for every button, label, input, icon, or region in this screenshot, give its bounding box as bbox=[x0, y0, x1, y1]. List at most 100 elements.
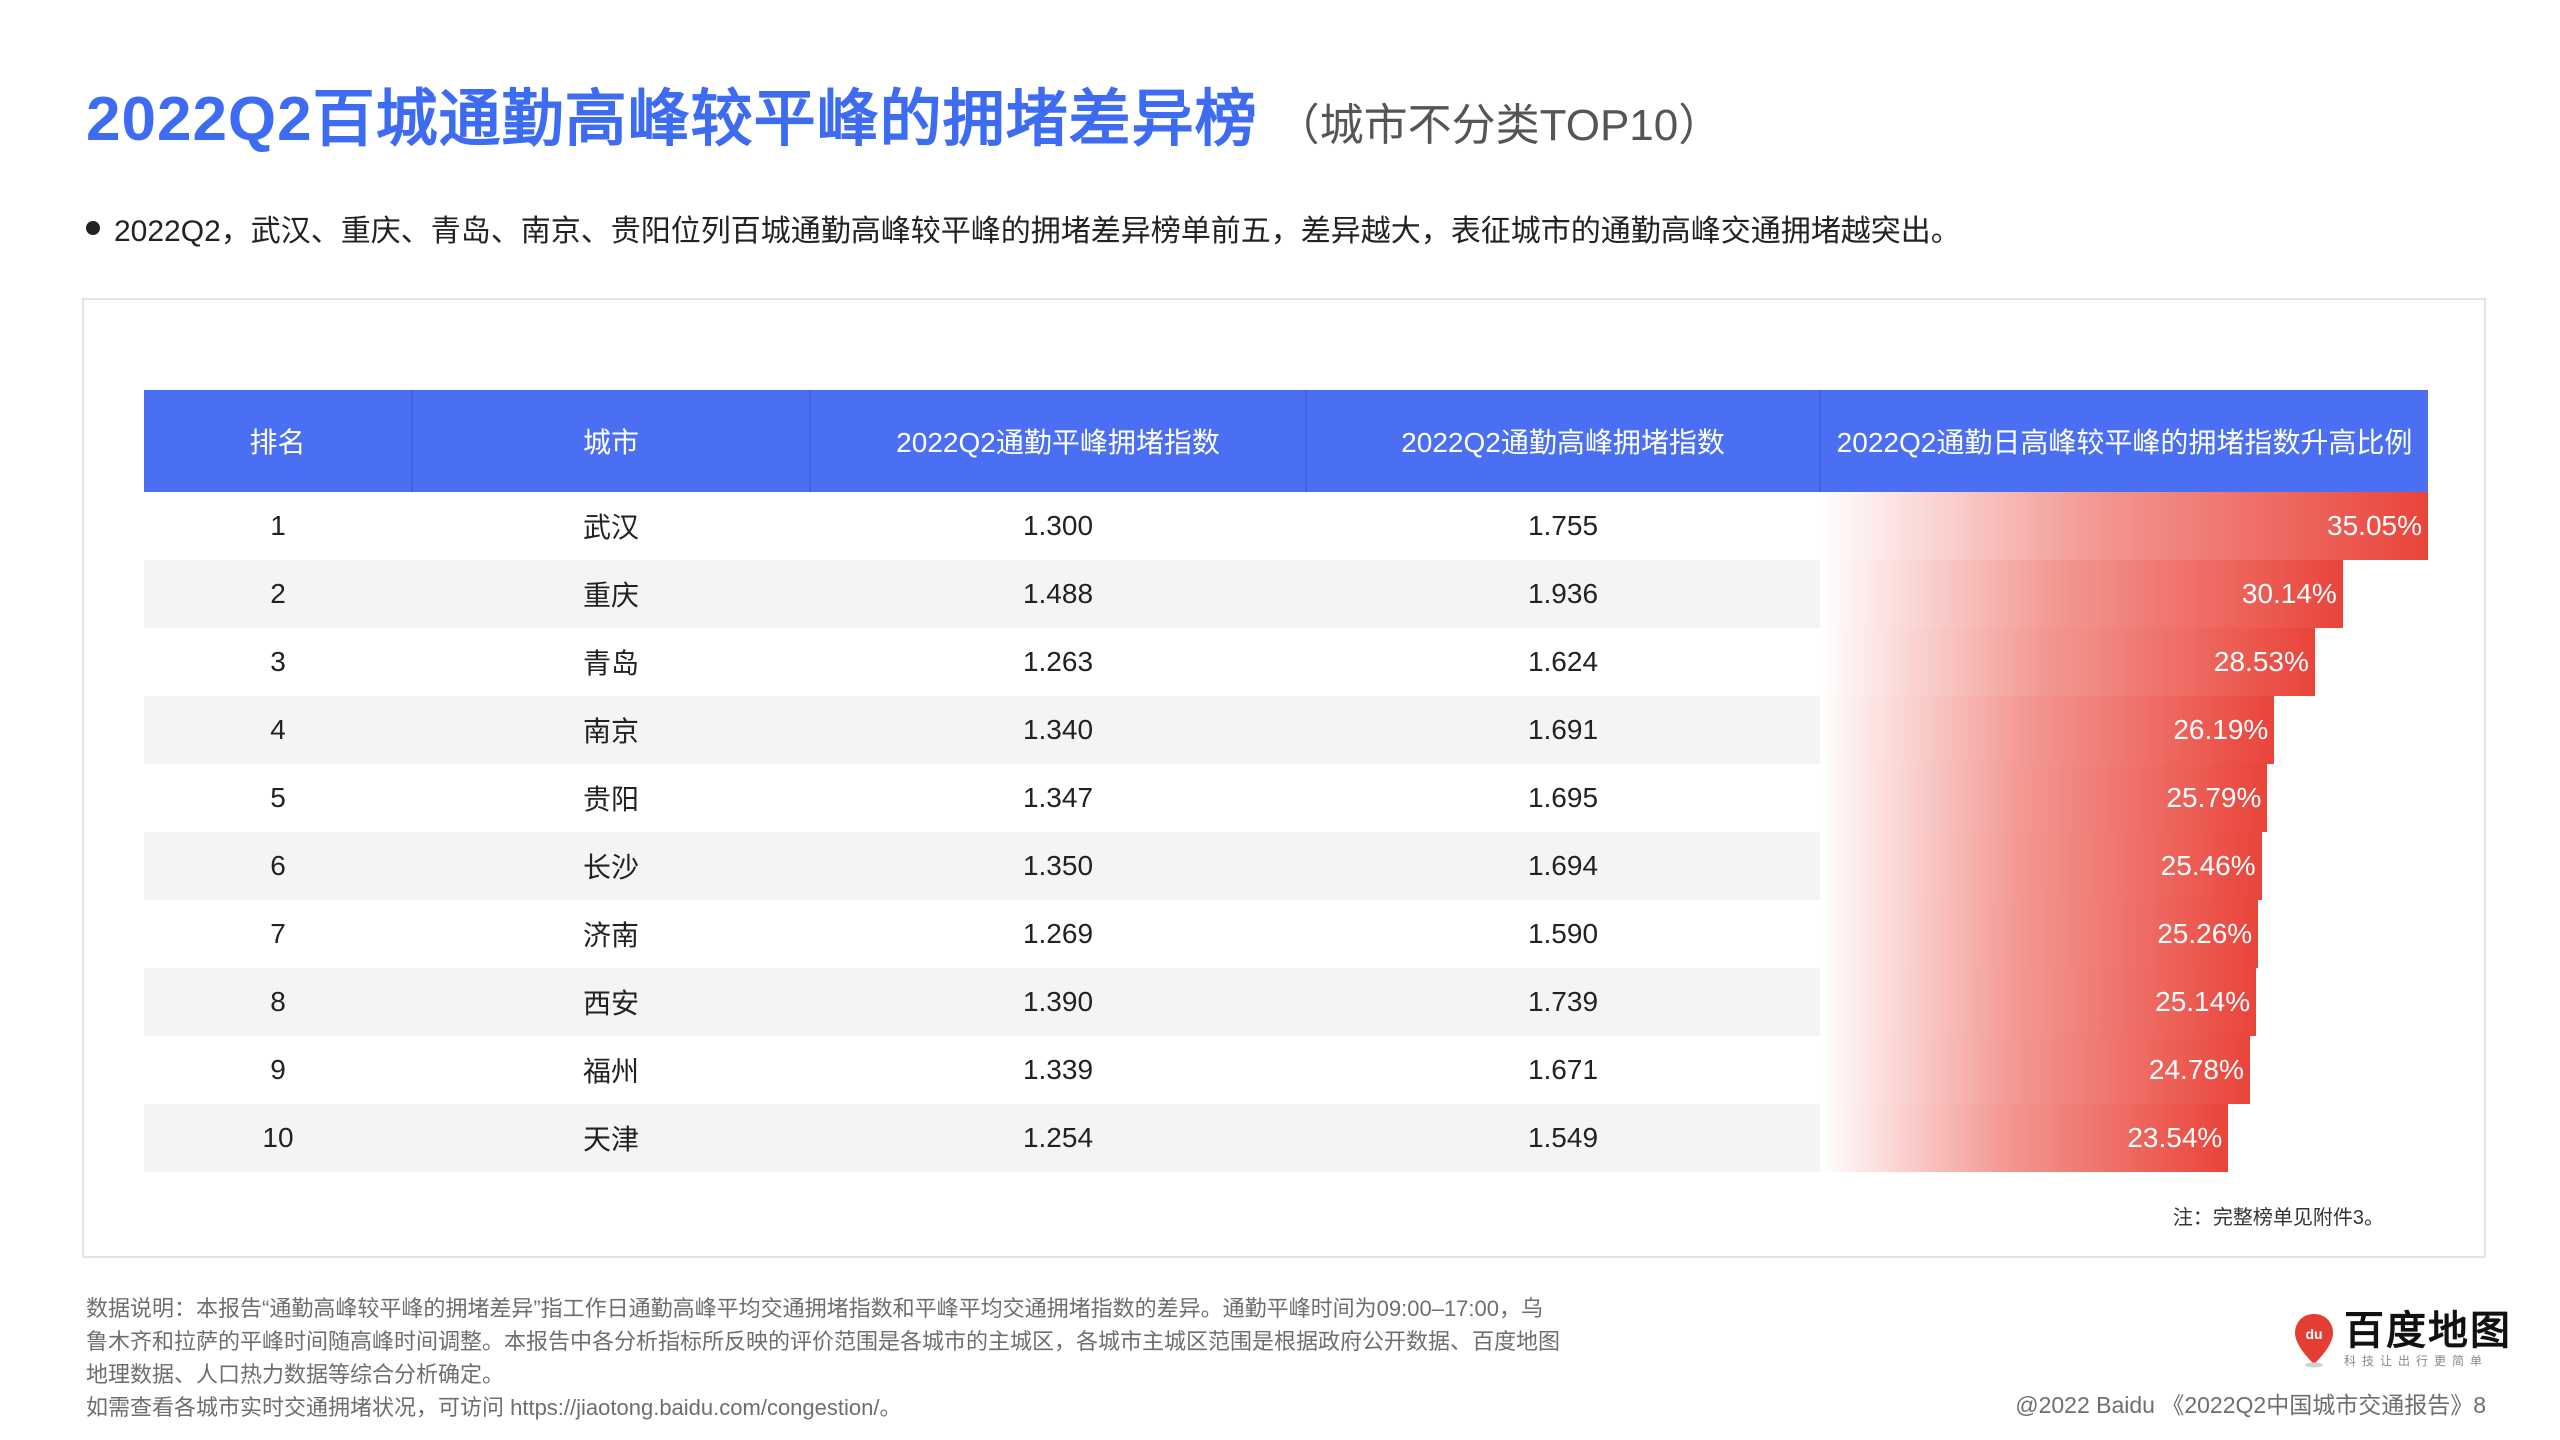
cell-city: 贵阳 bbox=[582, 784, 639, 815]
map-pin-icon: du bbox=[2292, 1312, 2336, 1368]
bullet-dot-icon bbox=[86, 221, 100, 235]
column-header-peak: 2022Q2通勤高峰拥堵指数 bbox=[1306, 390, 1821, 492]
cell-ratio: 28.53% bbox=[1820, 628, 2428, 696]
cell-rank: 2 bbox=[144, 560, 412, 628]
ratio-label: 28.53% bbox=[2213, 646, 2309, 677]
ratio-bar: 25.14% bbox=[1820, 968, 2257, 1036]
pin-text: du bbox=[2305, 1326, 2322, 1342]
ratio-label: 23.54% bbox=[2127, 1122, 2223, 1153]
ratio-label: 35.05% bbox=[2327, 510, 2422, 541]
ratio-bar: 30.14% bbox=[1820, 560, 2343, 628]
cell-ratio: 35.05% bbox=[1820, 492, 2428, 560]
table-note: 注：完整榜单见附件3。 bbox=[2172, 1207, 2384, 1229]
cell-city: 西安 bbox=[412, 968, 810, 1036]
column-header-ratio: 2022Q2通勤日高峰较平峰的拥堵指数升高比例 bbox=[1820, 390, 2428, 492]
footnote-line: 如需查看各城市实时交通拥堵状况，可访问 https://jiaotong.bai… bbox=[86, 1395, 902, 1420]
table-body: 1 武汉 1.300 1.755 35.05% 2 重庆 1.488 1.936 30.14% 3 青… bbox=[144, 492, 2428, 1172]
ratio-label: 30.14% bbox=[2241, 578, 2337, 609]
cell-peak-index: 1.695 bbox=[1527, 782, 1599, 813]
cell-peak-index: 1.936 bbox=[1306, 560, 1820, 628]
cell-offpeak-index: 1.390 bbox=[810, 968, 1306, 1036]
cell-city: 青岛 bbox=[582, 648, 639, 679]
page-title: 2022Q2百城通勤高峰较平峰的拥堵差异榜 bbox=[86, 85, 1258, 154]
ratio-bar: 25.79% bbox=[1820, 764, 2268, 832]
ratio-bar: 24.78% bbox=[1820, 1036, 2250, 1104]
ratio-bar: 26.19% bbox=[1820, 696, 2275, 764]
ratio-label: 25.14% bbox=[2155, 986, 2251, 1017]
column-header-offpeak: 2022Q2通勤平峰拥堵指数 bbox=[810, 390, 1307, 492]
cell-ratio: 23.54% bbox=[1820, 1104, 2428, 1172]
cell-city: 重庆 bbox=[412, 560, 810, 628]
column-header-rank: 排名 bbox=[144, 390, 413, 492]
cell-offpeak-index: 1.254 bbox=[810, 1104, 1306, 1172]
cell-offpeak-index: 1.269 bbox=[1022, 918, 1094, 949]
cell-ratio: 25.79% bbox=[1820, 764, 2428, 832]
column-header-city: 城市 bbox=[412, 390, 811, 492]
cell-peak-index: 1.691 bbox=[1306, 696, 1820, 764]
table-row: 6 长沙 1.350 1.694 25.46% bbox=[144, 832, 2428, 900]
cell-rank: 7 bbox=[270, 918, 286, 949]
table-row: 8 西安 1.390 1.739 25.14% bbox=[144, 968, 2428, 1036]
table-row: 9 福州 1.339 1.671 24.78% bbox=[144, 1036, 2428, 1104]
cell-peak-index: 1.549 bbox=[1306, 1104, 1820, 1172]
ratio-label: 26.19% bbox=[2173, 714, 2269, 745]
baidu-map-logo: du 百度地图 科技让出行更简单 bbox=[2292, 1310, 2512, 1369]
cell-peak-index: 1.624 bbox=[1527, 646, 1599, 677]
table-row: 3 青岛 1.263 1.624 28.53% bbox=[144, 628, 2428, 696]
cell-rank: 5 bbox=[270, 782, 286, 813]
summary-bullet: 2022Q2，武汉、重庆、青岛、南京、贵阳位列百城通勤高峰较平峰的拥堵差异榜单前… bbox=[86, 206, 1961, 250]
cell-ratio: 30.14% bbox=[1820, 560, 2428, 628]
cell-rank: 10 bbox=[144, 1104, 412, 1172]
table-row: 2 重庆 1.488 1.936 30.14% bbox=[144, 560, 2428, 628]
cell-peak-index: 1.694 bbox=[1306, 832, 1820, 900]
ratio-bar: 25.26% bbox=[1820, 900, 2259, 968]
cell-city: 福州 bbox=[582, 1056, 639, 1087]
table-panel: 排名 城市 2022Q2通勤平峰拥堵指数 2022Q2通勤高峰拥堵指数 2022… bbox=[82, 298, 2486, 1258]
cell-peak-index: 1.671 bbox=[1527, 1054, 1599, 1085]
table-row: 4 南京 1.340 1.691 26.19% bbox=[144, 696, 2428, 764]
ratio-bar: 25.46% bbox=[1820, 832, 2262, 900]
cell-offpeak-index: 1.350 bbox=[810, 832, 1306, 900]
logo-name: 百度地图 bbox=[2344, 1309, 2512, 1353]
table-row: 7 济南 1.269 1.590 25.26% bbox=[144, 900, 2428, 968]
cell-offpeak-index: 1.263 bbox=[1022, 646, 1094, 677]
cell-peak-index: 1.755 bbox=[1527, 510, 1599, 541]
table-row: 5 贵阳 1.347 1.695 25.79% bbox=[144, 764, 2428, 832]
ratio-label: 24.78% bbox=[2148, 1054, 2244, 1085]
cell-ratio: 25.26% bbox=[1820, 900, 2428, 968]
table-header-row: 排名 城市 2022Q2通勤平峰拥堵指数 2022Q2通勤高峰拥堵指数 2022… bbox=[144, 390, 2428, 492]
cell-rank: 6 bbox=[144, 832, 412, 900]
ratio-label: 25.79% bbox=[2166, 782, 2262, 813]
cell-rank: 4 bbox=[144, 696, 412, 764]
cell-rank: 1 bbox=[270, 510, 286, 541]
logo-tagline: 科技让出行更简单 bbox=[2344, 1354, 2489, 1368]
data-footnote: 数据说明：本报告“通勤高峰较平峰的拥堵差异”指工作日通勤高峰平均交通拥堵指数和平… bbox=[86, 1292, 1646, 1424]
cell-peak-index: 1.590 bbox=[1527, 918, 1599, 949]
cell-rank: 3 bbox=[270, 646, 286, 677]
cell-city: 济南 bbox=[582, 920, 639, 951]
ranking-table: 排名 城市 2022Q2通勤平峰拥堵指数 2022Q2通勤高峰拥堵指数 2022… bbox=[144, 390, 2428, 1172]
footnote-line: 鲁木齐和拉萨的平峰时间随高峰时间调整。本报告中各分析指标所反映的评价范围是各城市… bbox=[86, 1329, 1561, 1354]
cell-ratio: 25.14% bbox=[1820, 968, 2428, 1036]
cell-rank: 8 bbox=[144, 968, 412, 1036]
footnote-line: 地理数据、人口热力数据等综合分析确定。 bbox=[86, 1362, 505, 1387]
ratio-bar: 28.53% bbox=[1820, 628, 2315, 696]
cell-city: 天津 bbox=[412, 1104, 810, 1172]
cell-ratio: 25.46% bbox=[1820, 832, 2428, 900]
summary-text: 2022Q2，武汉、重庆、青岛、南京、贵阳位列百城通勤高峰较平峰的拥堵差异榜单前… bbox=[114, 215, 1961, 248]
cell-city: 武汉 bbox=[582, 512, 639, 543]
footnote-line: 数据说明：本报告“通勤高峰较平峰的拥堵差异”指工作日通勤高峰平均交通拥堵指数和平… bbox=[86, 1296, 1543, 1321]
cell-city: 长沙 bbox=[412, 832, 810, 900]
table-row: 1 武汉 1.300 1.755 35.05% bbox=[144, 492, 2428, 560]
page-subtitle: （城市不分类TOP10） bbox=[1275, 101, 1723, 150]
cell-offpeak-index: 1.488 bbox=[810, 560, 1306, 628]
cell-offpeak-index: 1.339 bbox=[1022, 1054, 1094, 1085]
cell-peak-index: 1.739 bbox=[1306, 968, 1820, 1036]
ratio-label: 25.26% bbox=[2157, 918, 2253, 949]
cell-rank: 9 bbox=[270, 1054, 286, 1085]
cell-offpeak-index: 1.300 bbox=[1022, 510, 1094, 541]
title-row: 2022Q2百城通勤高峰较平峰的拥堵差异榜 （城市不分类TOP10） bbox=[86, 68, 1722, 158]
cell-city: 南京 bbox=[412, 696, 810, 764]
ratio-bar: 35.05% bbox=[1820, 492, 2428, 560]
cell-ratio: 26.19% bbox=[1820, 696, 2428, 764]
